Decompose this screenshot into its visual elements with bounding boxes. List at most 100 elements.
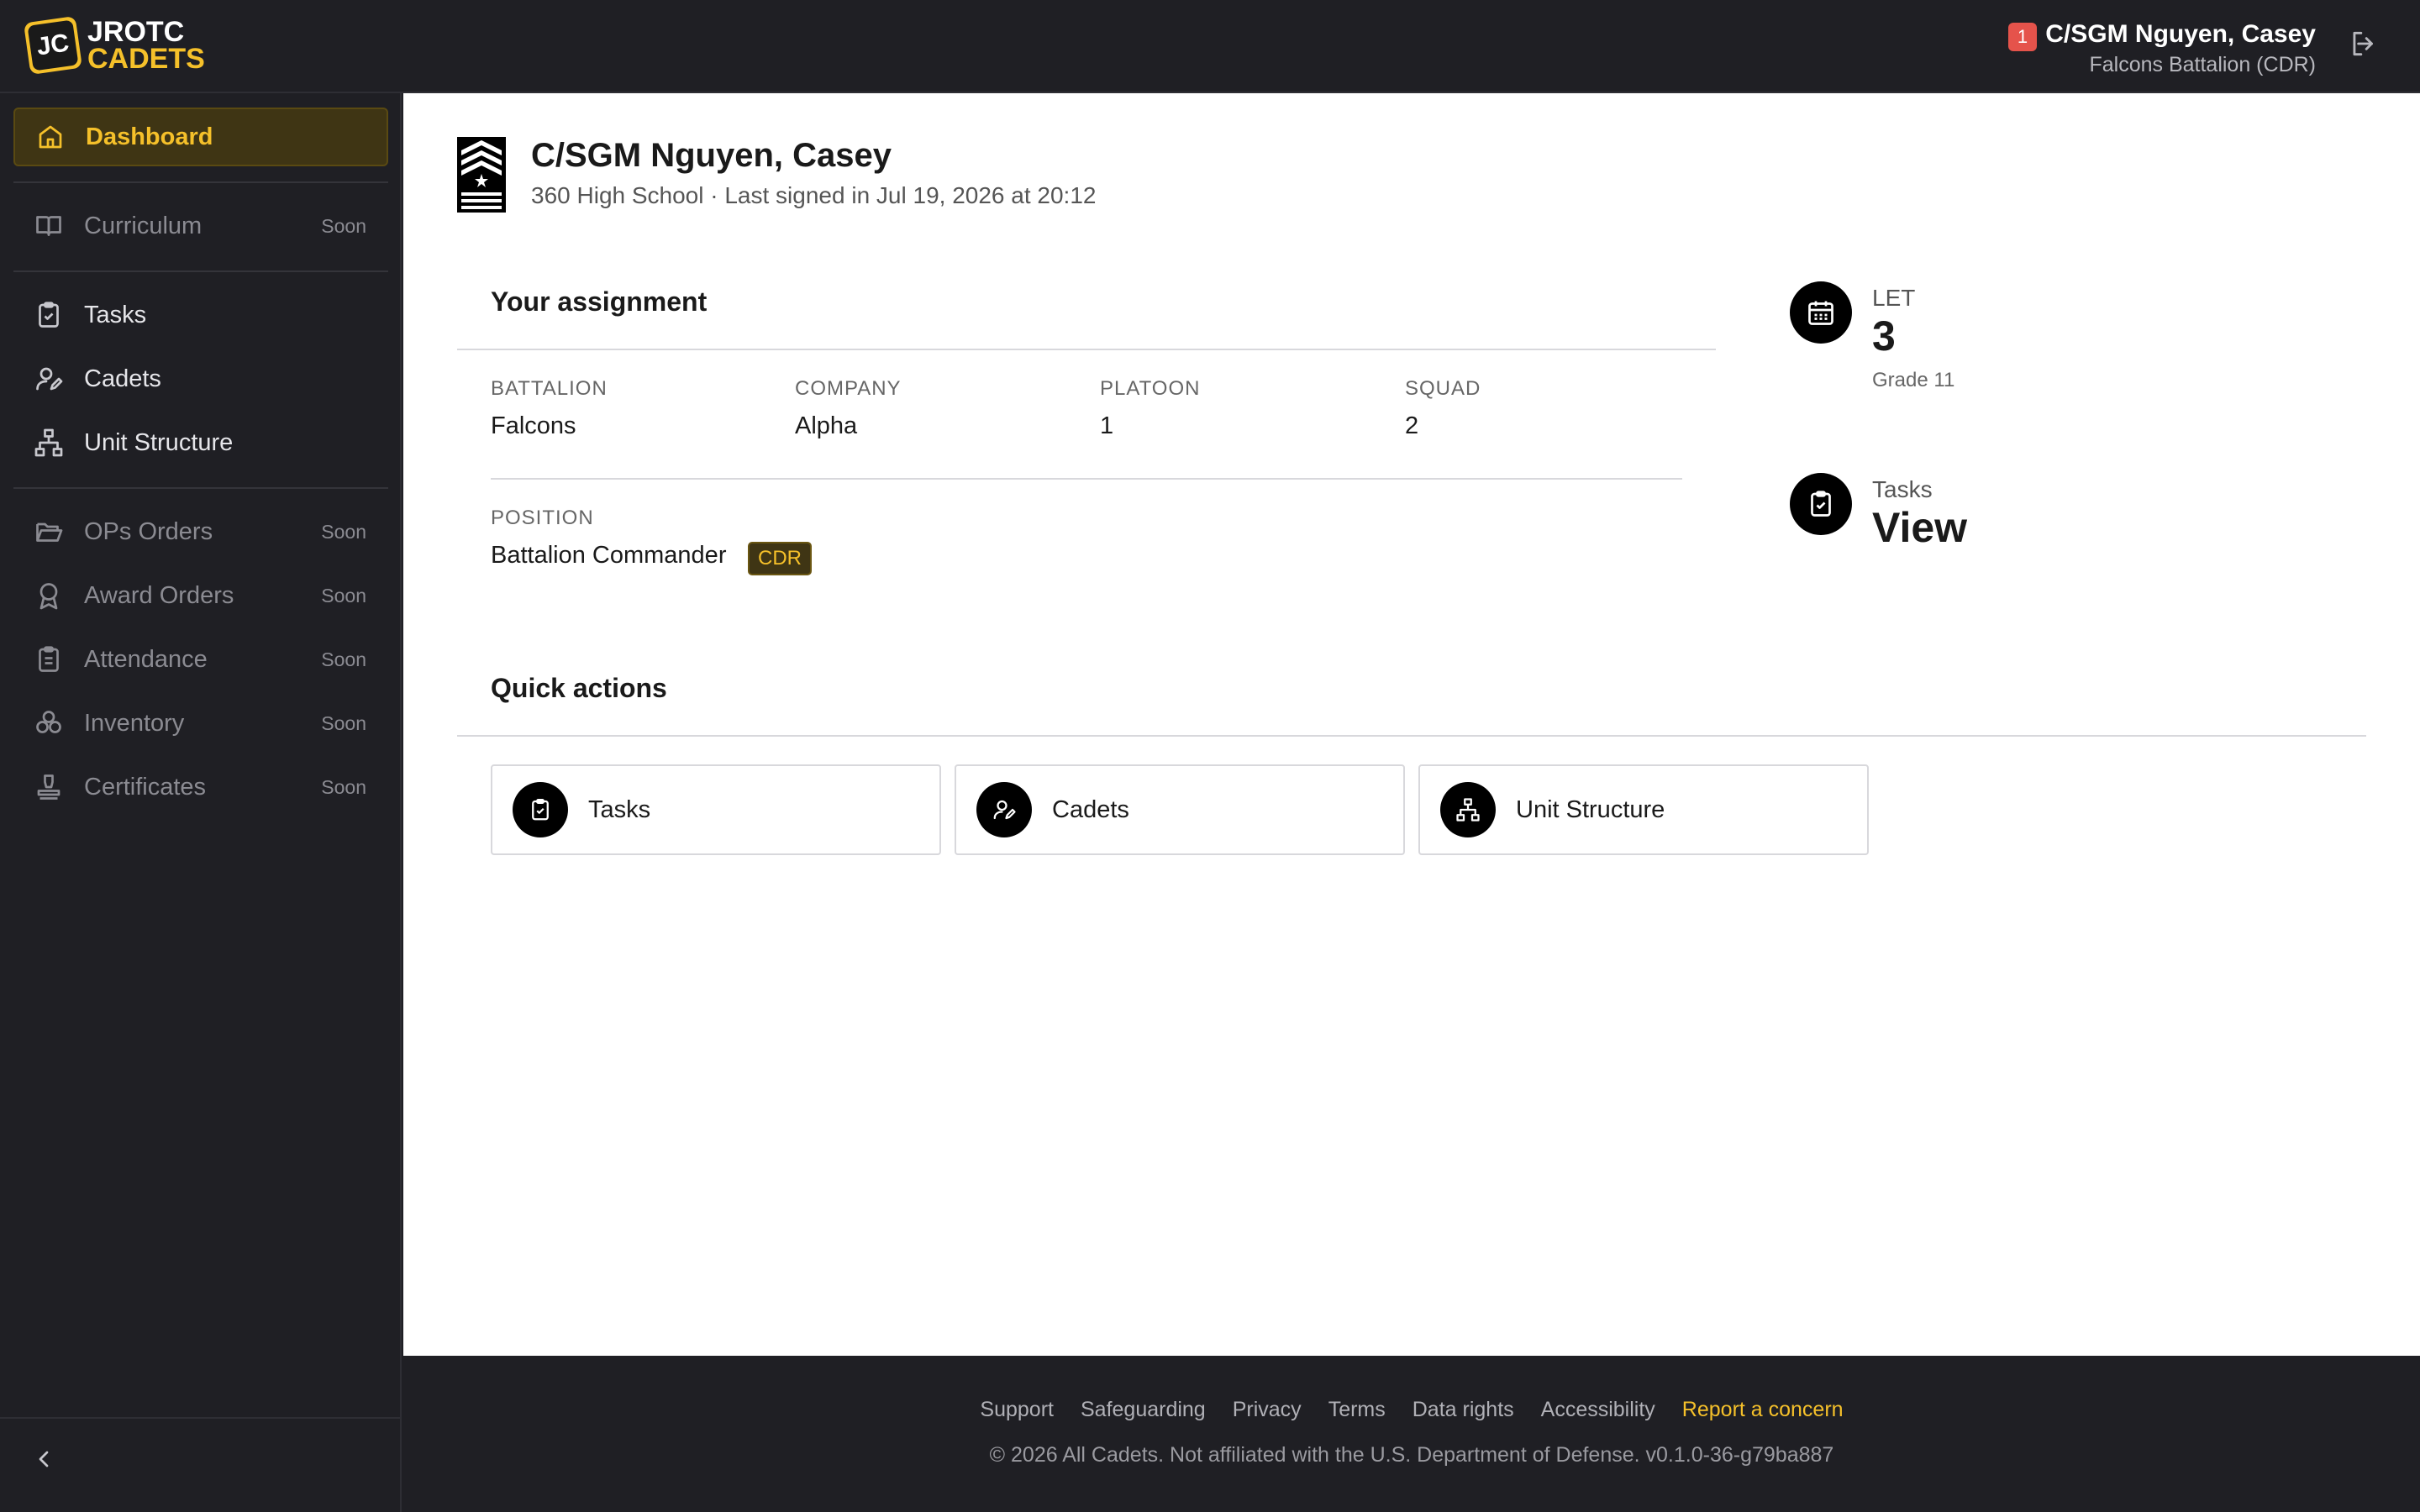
squad-value: 2 bbox=[1405, 412, 1419, 439]
footer-link-data-rights[interactable]: Data rights bbox=[1413, 1398, 1514, 1422]
top-bar: JC JROTC CADETS 1 C/SGM Nguyen, Casey Fa… bbox=[0, 0, 2420, 93]
logo-text-top: JROTC bbox=[87, 16, 185, 48]
company-label: COMPANY bbox=[795, 377, 902, 400]
quick-actions-title: Quick actions bbox=[491, 673, 667, 703]
clipboard-check-icon bbox=[1790, 473, 1852, 535]
profile-subtitle: 360 High School · Last signed in Jul 19,… bbox=[531, 182, 1097, 208]
clipboard-list-icon bbox=[39, 646, 59, 672]
position-badge: CDR bbox=[748, 542, 812, 575]
platoon-label: PLATOON bbox=[1100, 377, 1201, 400]
folder-open-icon bbox=[36, 522, 63, 542]
sidebar-item-cadets[interactable]: Cadets bbox=[13, 349, 388, 408]
sidebar-divider bbox=[13, 270, 388, 272]
sidebar-item-unit-structure[interactable]: Unit Structure bbox=[13, 413, 388, 472]
position-label: POSITION bbox=[491, 507, 594, 529]
section-divider bbox=[457, 349, 1716, 350]
footer-link-report-concern[interactable]: Report a concern bbox=[1682, 1398, 1844, 1422]
sidebar-item-label: Cadets bbox=[84, 365, 161, 392]
soon-badge: Soon bbox=[321, 648, 366, 670]
assignment-title: Your assignment bbox=[491, 286, 708, 317]
sidebar-item-label: Tasks bbox=[84, 301, 147, 328]
quick-action-label: Cadets bbox=[1052, 795, 1129, 823]
main-content: C/SGM Nguyen, Casey 360 High School · La… bbox=[403, 93, 2420, 1356]
logo-text-bottom: CADETS bbox=[87, 43, 205, 75]
user-edit-icon bbox=[36, 367, 63, 391]
calendar-icon bbox=[1790, 281, 1852, 344]
sidebar-divider bbox=[13, 487, 388, 489]
tasks-label: Tasks bbox=[1872, 476, 1933, 502]
hierarchy-icon bbox=[1440, 782, 1496, 837]
user-name: C/SGM Nguyen, Casey bbox=[2045, 20, 2316, 48]
platoon-value: 1 bbox=[1100, 412, 1114, 439]
soon-badge: Soon bbox=[321, 711, 366, 734]
sidebar-item-attendance[interactable]: Attendance Soon bbox=[13, 630, 388, 689]
chevron-left-icon[interactable] bbox=[30, 1446, 57, 1473]
soon-badge: Soon bbox=[321, 584, 366, 606]
soon-badge: Soon bbox=[321, 214, 366, 237]
soon-badge: Soon bbox=[321, 520, 366, 543]
battalion-value: Falcons bbox=[491, 412, 576, 439]
profile-name: C/SGM Nguyen, Casey bbox=[531, 137, 892, 174]
let-value: 3 bbox=[1872, 312, 1896, 360]
logo-badge: JC bbox=[23, 15, 83, 76]
sidebar-item-label: Curriculum bbox=[84, 212, 203, 239]
quick-action-tasks[interactable]: Tasks bbox=[491, 764, 941, 855]
hierarchy-icon bbox=[34, 428, 63, 457]
sidebar-divider bbox=[13, 181, 388, 183]
award-icon bbox=[39, 583, 58, 610]
quick-action-label: Unit Structure bbox=[1516, 795, 1665, 823]
sidebar-item-certificates[interactable]: Certificates Soon bbox=[13, 758, 388, 816]
footer-link-safeguarding[interactable]: Safeguarding bbox=[1081, 1398, 1206, 1422]
home-icon bbox=[39, 125, 62, 149]
footer-link-support[interactable]: Support bbox=[980, 1398, 1054, 1422]
clipboard-check-icon bbox=[39, 302, 59, 328]
battalion-label: BATTALION bbox=[491, 377, 608, 400]
footer-link-terms[interactable]: Terms bbox=[1328, 1398, 1386, 1422]
sidebar-item-label: Dashboard bbox=[86, 123, 213, 150]
position-value: Battalion Commander bbox=[491, 542, 727, 569]
app-logo[interactable]: JC JROTC CADETS bbox=[23, 15, 205, 76]
footer: Support Safeguarding Privacy Terms Data … bbox=[403, 1356, 2420, 1512]
quick-action-cadets[interactable]: Cadets bbox=[955, 764, 1405, 855]
logo-badge-text: JC bbox=[27, 19, 79, 71]
let-grade: Grade 11 bbox=[1872, 369, 1955, 391]
notification-badge[interactable]: 1 bbox=[2008, 23, 2037, 51]
footer-link-privacy[interactable]: Privacy bbox=[1233, 1398, 1302, 1422]
stamp-icon bbox=[37, 774, 60, 800]
sidebar-item-label: Certificates bbox=[84, 773, 207, 801]
sidebar-item-label: Award Orders bbox=[84, 581, 234, 609]
sidebar-item-label: OPs Orders bbox=[84, 517, 213, 545]
sidebar-item-ops-orders[interactable]: OPs Orders Soon bbox=[13, 502, 388, 561]
footer-links: Support Safeguarding Privacy Terms Data … bbox=[403, 1398, 2420, 1422]
sidebar: Dashboard Curriculum Soon Tasks Cadets U… bbox=[0, 93, 402, 1512]
tasks-view-link[interactable]: View bbox=[1872, 503, 1967, 552]
company-value: Alpha bbox=[795, 412, 858, 439]
logo-text: JROTC CADETS bbox=[87, 16, 205, 75]
rank-insignia-icon bbox=[457, 137, 506, 213]
quick-action-unit-structure[interactable]: Unit Structure bbox=[1418, 764, 1869, 855]
sidebar-item-dashboard[interactable]: Dashboard bbox=[13, 108, 388, 166]
field-divider bbox=[491, 478, 1682, 480]
boxes-icon bbox=[36, 711, 61, 733]
sidebar-item-award-orders[interactable]: Award Orders Soon bbox=[13, 566, 388, 625]
sidebar-item-curriculum[interactable]: Curriculum Soon bbox=[13, 197, 388, 255]
sidebar-item-tasks[interactable]: Tasks bbox=[13, 286, 388, 344]
clipboard-check-icon bbox=[513, 782, 568, 837]
book-icon bbox=[36, 216, 61, 236]
soon-badge: Soon bbox=[321, 775, 366, 798]
quick-action-label: Tasks bbox=[588, 795, 651, 823]
user-unit: Falcons Battalion (CDR) bbox=[2089, 53, 2316, 76]
user-menu[interactable]: C/SGM Nguyen, Casey Falcons Battalion (C… bbox=[2045, 18, 2316, 79]
sidebar-item-inventory[interactable]: Inventory Soon bbox=[13, 694, 388, 753]
sidebar-divider bbox=[0, 1417, 402, 1419]
footer-link-accessibility[interactable]: Accessibility bbox=[1541, 1398, 1655, 1422]
sidebar-item-label: Unit Structure bbox=[84, 428, 234, 456]
section-divider bbox=[457, 735, 2366, 737]
squad-label: SQUAD bbox=[1405, 377, 1481, 400]
sidebar-item-label: Attendance bbox=[84, 645, 208, 673]
sidebar-item-label: Inventory bbox=[84, 709, 185, 737]
user-edit-icon bbox=[976, 782, 1032, 837]
logout-icon[interactable] bbox=[2348, 28, 2380, 60]
let-label: LET bbox=[1872, 285, 1916, 311]
footer-copyright: © 2026 All Cadets. Not affiliated with t… bbox=[989, 1443, 1834, 1467]
